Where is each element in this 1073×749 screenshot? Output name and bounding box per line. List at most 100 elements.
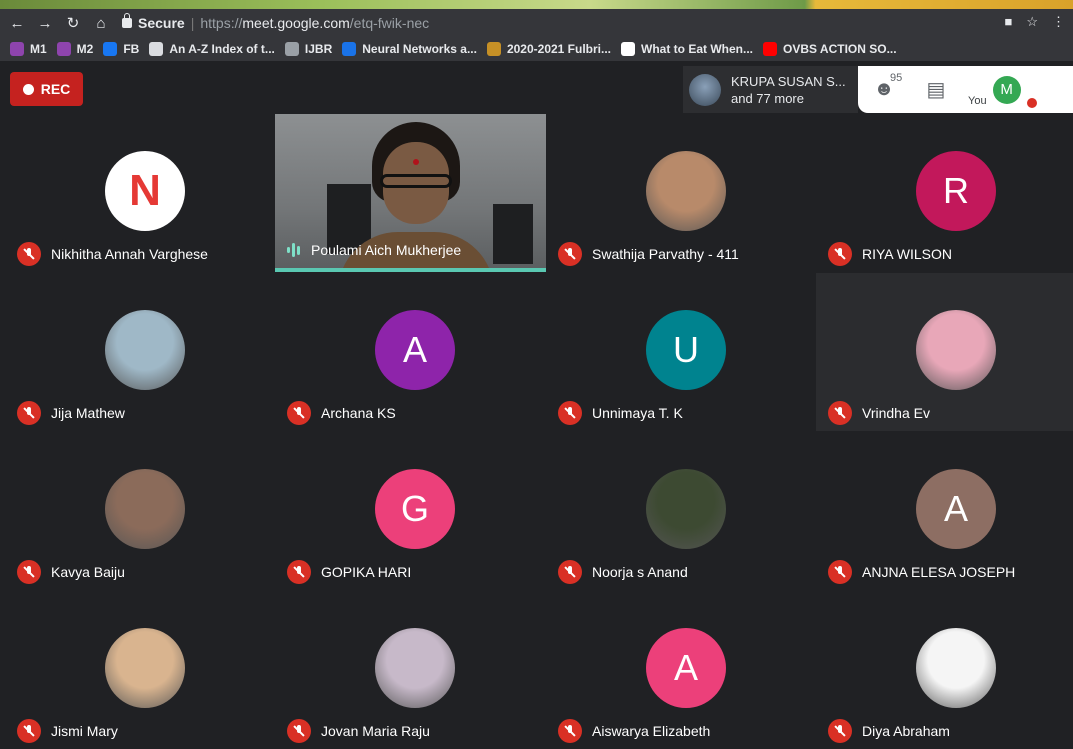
participant-name-row: Unnimaya T. K bbox=[558, 401, 683, 425]
bookmark-item[interactable]: An A-Z Index of t... bbox=[149, 42, 275, 56]
participants-summary[interactable]: KRUPA SUSAN S... and 77 more bbox=[683, 66, 858, 113]
participant-name-row: Jovan Maria Raju bbox=[287, 719, 430, 743]
participant-tile[interactable]: Jija Mathew bbox=[5, 273, 275, 431]
mic-off-icon bbox=[828, 242, 852, 266]
bookmark-item[interactable]: M2 bbox=[56, 42, 94, 56]
participant-name: Jismi Mary bbox=[51, 723, 118, 739]
avatar: N bbox=[105, 151, 185, 231]
mic-off-icon bbox=[558, 242, 582, 266]
avatar bbox=[375, 628, 455, 708]
bookmark-item[interactable]: Neural Networks a... bbox=[342, 42, 477, 56]
participant-tile[interactable]: R RIYA WILSON bbox=[816, 114, 1073, 272]
secure-label: Secure bbox=[138, 15, 185, 31]
participant-name-row: Kavya Baiju bbox=[17, 560, 125, 584]
participant-tile[interactable]: Swathija Parvathy - 411 bbox=[546, 114, 816, 272]
bookmark-label: M2 bbox=[76, 42, 94, 56]
mic-off-icon bbox=[17, 401, 41, 425]
self-avatar[interactable]: M bbox=[992, 75, 1021, 104]
avatar bbox=[646, 151, 726, 231]
home-icon[interactable]: ⌂ bbox=[90, 15, 112, 32]
url-omnibox[interactable]: Secure | https:// meet.google.com /etq-f… bbox=[122, 12, 994, 34]
avatar bbox=[105, 628, 185, 708]
avatar bbox=[916, 310, 996, 390]
menu-icon[interactable]: ⋮ bbox=[1052, 14, 1065, 30]
people-button[interactable]: ☻ 95 bbox=[858, 72, 910, 101]
avatar bbox=[105, 469, 185, 549]
avatar bbox=[105, 310, 185, 390]
participant-name: ANJNA ELESA JOSEPH bbox=[862, 564, 1016, 580]
notification-dot-icon bbox=[1026, 97, 1037, 108]
bookmark-icon bbox=[103, 42, 118, 56]
bookmark-label: What to Eat When... bbox=[641, 42, 754, 56]
speaking-indicator-bar bbox=[275, 268, 546, 272]
mic-off-icon bbox=[828, 719, 852, 743]
bookmark-icon bbox=[284, 42, 299, 56]
bookmark-item[interactable]: IJBR bbox=[284, 42, 332, 56]
participant-tile[interactable]: Diya Abraham bbox=[816, 591, 1073, 749]
participant-name: Kavya Baiju bbox=[51, 564, 125, 580]
participant-name-row: Poulami Aich Mukherjee bbox=[287, 242, 461, 258]
back-arrow-icon[interactable]: ← bbox=[6, 15, 28, 32]
lock-icon bbox=[122, 13, 132, 28]
participant-name: Noorja s Anand bbox=[592, 564, 688, 580]
bookmark-item[interactable]: OVBS ACTION SO... bbox=[763, 42, 897, 56]
participants-summary-text: KRUPA SUSAN S... and 77 more bbox=[731, 73, 846, 107]
participant-name: Swathija Parvathy - 411 bbox=[592, 246, 739, 262]
bookmark-item[interactable]: FB bbox=[103, 42, 139, 56]
mic-off-icon bbox=[558, 719, 582, 743]
participant-tile[interactable]: N Nikhitha Annah Varghese bbox=[5, 114, 275, 272]
participant-name: Archana KS bbox=[321, 405, 396, 421]
participant-tile[interactable]: A Archana KS bbox=[275, 273, 545, 431]
participant-name-row: Archana KS bbox=[287, 401, 396, 425]
presenter-more: and 77 more bbox=[731, 90, 804, 106]
participant-name-row: GOPIKA HARI bbox=[287, 560, 411, 584]
bookmark-label: OVBS ACTION SO... bbox=[783, 42, 897, 56]
participant-name-row: Jija Mathew bbox=[17, 401, 125, 425]
bookmark-item[interactable]: What to Eat When... bbox=[621, 42, 753, 56]
participant-tile[interactable]: Jovan Maria Raju bbox=[275, 591, 545, 749]
participant-grid: N Nikhitha Annah Varghese Poulami Aich Muk… bbox=[0, 114, 1073, 743]
mic-off-icon bbox=[287, 560, 311, 584]
bookmark-item[interactable]: M1 bbox=[10, 42, 47, 56]
participant-name: Diya Abraham bbox=[862, 723, 950, 739]
participant-tile[interactable]: Jismi Mary bbox=[5, 591, 275, 749]
video-tile[interactable]: Poulami Aich Mukherjee bbox=[275, 114, 546, 272]
chat-icon: ▤ bbox=[926, 79, 946, 101]
presenter-name: KRUPA SUSAN S... bbox=[731, 73, 846, 89]
you-label: You bbox=[968, 94, 987, 107]
url-host: meet.google.com bbox=[242, 15, 350, 31]
participant-name-row: Vrindha Ev bbox=[828, 401, 930, 425]
participant-tile[interactable]: Noorja s Anand bbox=[546, 432, 816, 590]
bookmark-icon bbox=[56, 42, 71, 56]
video-window bbox=[493, 204, 533, 264]
mic-off-icon bbox=[17, 242, 41, 266]
participant-tile[interactable]: G GOPIKA HARI bbox=[275, 432, 545, 590]
bookmark-icon bbox=[621, 42, 636, 56]
participant-tile[interactable]: A Aiswarya Elizabeth bbox=[546, 591, 816, 749]
video-glasses bbox=[380, 174, 452, 188]
avatar: U bbox=[646, 310, 726, 390]
video-bindi bbox=[413, 159, 419, 165]
mic-off-icon bbox=[287, 401, 311, 425]
reload-icon[interactable]: ↻ bbox=[62, 14, 84, 32]
forward-arrow-icon[interactable]: → bbox=[34, 15, 56, 32]
star-icon[interactable]: ☆ bbox=[1026, 14, 1038, 30]
participant-tile[interactable]: Vrindha Ev bbox=[816, 273, 1073, 431]
avatar: A bbox=[916, 469, 996, 549]
bookmarks-bar: M1 M2 FB An A-Z Index of t... IJBR Neural Net… bbox=[0, 37, 1073, 61]
people-count: 95 bbox=[890, 72, 903, 84]
participant-name: RIYA WILSON bbox=[862, 246, 952, 262]
participant-tile[interactable]: Kavya Baiju bbox=[5, 432, 275, 590]
chat-button[interactable]: ▤ bbox=[910, 77, 962, 102]
camera-icon[interactable]: ■ bbox=[1004, 14, 1012, 30]
participant-tile[interactable]: U Unnimaya T. K bbox=[546, 273, 816, 431]
mic-off-icon bbox=[17, 560, 41, 584]
mic-off-icon bbox=[287, 719, 311, 743]
bookmark-icon bbox=[763, 42, 778, 56]
bookmark-label: An A-Z Index of t... bbox=[169, 42, 275, 56]
participant-tile[interactable]: A ANJNA ELESA JOSEPH bbox=[816, 432, 1073, 590]
record-dot-icon bbox=[22, 83, 34, 95]
avatar bbox=[916, 628, 996, 708]
avatar: A bbox=[375, 310, 455, 390]
bookmark-item[interactable]: 2020-2021 Fulbri... bbox=[486, 42, 611, 56]
